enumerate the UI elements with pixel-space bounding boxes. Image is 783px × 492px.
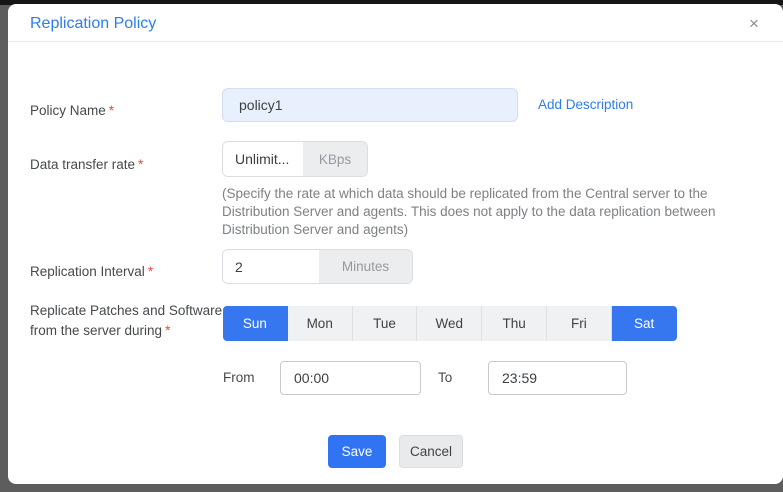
cancel-button[interactable]: Cancel	[399, 435, 463, 468]
replication-interval-input[interactable]	[223, 250, 319, 283]
from-label: From	[223, 370, 255, 385]
replication-interval-label: Replication Interval *	[30, 262, 153, 282]
replication-days-label: Replicate Patches and Software from the …	[30, 301, 222, 340]
add-description-link[interactable]: Add Description	[538, 97, 633, 112]
data-transfer-rate-label: Data transfer rate *	[30, 155, 143, 175]
replication-days-label-line1: Replicate Patches and Software	[30, 303, 223, 318]
save-button[interactable]: Save	[328, 435, 386, 468]
day-button-tue[interactable]: Tue	[352, 306, 418, 341]
required-asterisk: *	[138, 157, 144, 172]
replication-days-label-line2: from the server during	[30, 322, 163, 338]
to-label: To	[438, 370, 453, 385]
data-transfer-rate-group: KBps	[222, 141, 368, 177]
day-button-thu[interactable]: Thu	[482, 306, 547, 341]
day-button-sun[interactable]: Sun	[223, 306, 288, 341]
required-asterisk: *	[165, 322, 171, 338]
required-asterisk: *	[147, 264, 154, 279]
policy-name-input[interactable]	[222, 88, 518, 122]
day-button-mon[interactable]: Mon	[287, 306, 353, 341]
policy-name-label: Policy Name *	[30, 101, 114, 121]
day-button-fri[interactable]: Fri	[546, 306, 612, 341]
day-button-wed[interactable]: Wed	[417, 306, 483, 341]
dialog-header: Replication Policy ×	[8, 4, 783, 42]
data-transfer-rate-input[interactable]	[223, 142, 303, 176]
data-transfer-rate-hint: (Specify the rate at which data should b…	[222, 186, 716, 237]
replication-policy-dialog: Replication Policy × Policy Name* Add De…	[8, 4, 783, 484]
day-toggle-group: Sun Mon Tue Wed Thu Fri Sat	[223, 306, 677, 341]
minutes-unit-label: Minutes	[319, 250, 412, 283]
day-button-sat[interactable]: Sat	[611, 306, 677, 341]
from-time-input[interactable]	[280, 361, 421, 395]
policy-name-label-text: Policy Name	[30, 103, 106, 118]
required-asterisk: *	[108, 103, 115, 118]
kbps-unit-label: KBps	[303, 142, 367, 176]
to-time-input[interactable]	[488, 361, 627, 395]
dialog-footer: Save Cancel	[8, 435, 783, 468]
replication-interval-group: Minutes	[222, 249, 413, 284]
data-transfer-rate-label-text: Data transfer rate	[30, 157, 136, 172]
replication-interval-label-text: Replication Interval	[30, 264, 145, 279]
close-icon[interactable]: ×	[743, 13, 765, 35]
dialog-title: Replication Policy	[30, 15, 157, 32]
